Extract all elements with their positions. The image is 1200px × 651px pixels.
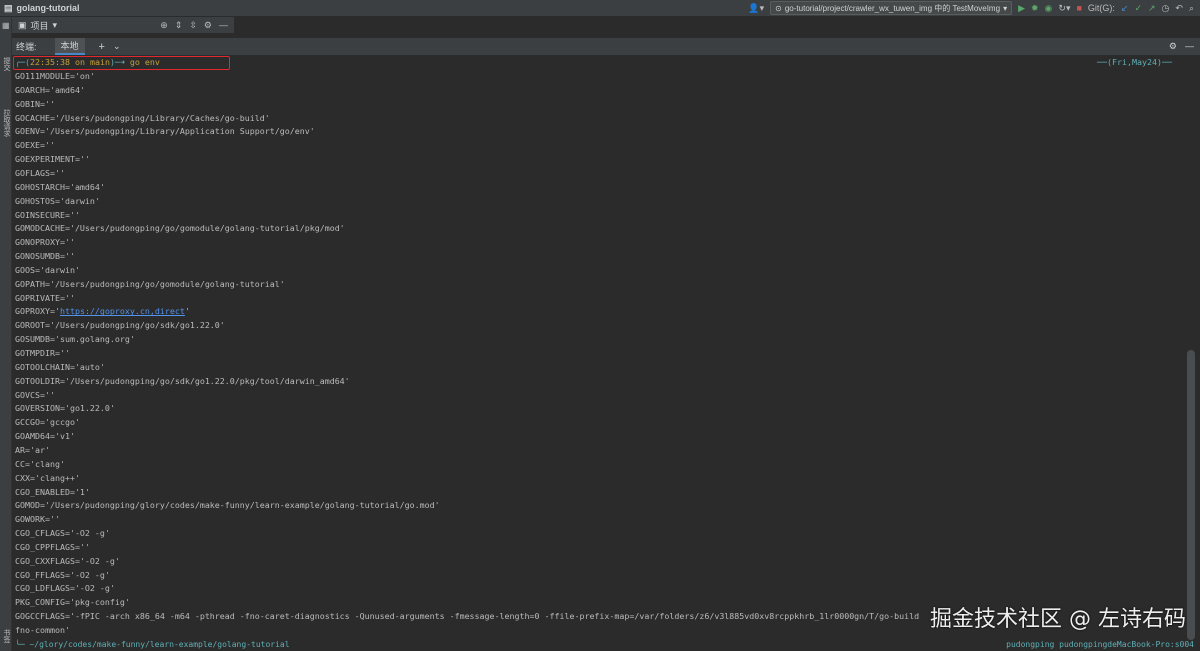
env-line: GOENV='/Users/pudongping/Library/Applica… xyxy=(15,126,315,137)
run-icon[interactable]: ▶ xyxy=(1018,2,1025,14)
profile-icon[interactable]: ↻▾ xyxy=(1058,2,1070,14)
goproxy-link[interactable]: https://goproxy.cn,direct xyxy=(60,306,185,316)
history-icon[interactable]: ◷ xyxy=(1162,2,1170,14)
env-line: GONOSUMDB='' xyxy=(15,251,75,262)
expand-all-icon[interactable]: ⇕ xyxy=(175,20,183,31)
stop-icon[interactable]: ■ xyxy=(1076,2,1081,14)
env-line: PKG_CONFIG='pkg-config' xyxy=(15,597,130,608)
debug-icon[interactable]: ✹ xyxy=(1031,2,1039,14)
terminal-status-line: ╰─ ~/glory/codes/make-funny/learn-exampl… xyxy=(12,640,1200,651)
pull-requests-tool-label[interactable]: 拉取请求 xyxy=(1,109,11,137)
git-update-icon[interactable]: ↙ xyxy=(1121,2,1129,14)
env-line: GOBIN='' xyxy=(15,98,55,109)
env-line: CGO_CFLAGS='-O2 -g' xyxy=(15,528,110,539)
env-line: GOPRIVATE='' xyxy=(15,292,75,303)
project-tool-icon[interactable]: ▦ xyxy=(2,21,10,30)
bookmarks-tool-label[interactable]: 书签 xyxy=(1,629,11,643)
env-line: GOTOOLCHAIN='auto' xyxy=(15,361,105,372)
env-line: CGO_ENABLED='1' xyxy=(15,486,90,497)
env-line: GOSUMDB='sum.golang.org' xyxy=(15,334,135,345)
env-line: GOINSECURE='' xyxy=(15,209,80,220)
env-line: GOHOSTOS='darwin' xyxy=(15,195,100,206)
env-line: CC='clang' xyxy=(15,458,65,469)
title-bar: ▤ golang-tutorial 👤▾ ⊙ go-tutorial/proje… xyxy=(0,0,1200,17)
new-tab-button[interactable]: + xyxy=(99,41,105,53)
user-icon[interactable]: 👤▾ xyxy=(748,2,764,14)
chevron-down-icon: ▾ xyxy=(52,19,58,30)
title-bar-actions: 👤▾ ⊙ go-tutorial/project/crawler_wx_tuwe… xyxy=(748,1,1200,15)
env-line: GOCACHE='/Users/pudongping/Library/Cache… xyxy=(15,112,270,123)
run-config-select[interactable]: ⊙ go-tutorial/project/crawler_wx_tuwen_i… xyxy=(770,1,1013,15)
env-line: GOTMPDIR='' xyxy=(15,348,70,358)
project-view-select[interactable]: ▣ 项目 ▾ xyxy=(18,19,57,32)
prompt-date: ──(Fri,May24)── xyxy=(1097,57,1172,67)
git-push-icon[interactable]: ↗ xyxy=(1148,2,1156,14)
env-line: CGO_CXXFLAGS='-O2 -g' xyxy=(15,555,120,566)
env-line: GOAMD64='v1' xyxy=(15,431,75,442)
minimize-icon[interactable]: — xyxy=(1185,41,1194,52)
env-line: GOMODCACHE='/Users/pudongping/go/gomodul… xyxy=(15,223,345,234)
env-line: AR='ar' xyxy=(15,444,50,455)
env-line: GOOS='darwin' xyxy=(15,264,80,275)
env-line: fno-common' xyxy=(15,625,70,635)
rollback-icon[interactable]: ↶ xyxy=(1175,2,1183,14)
git-commit-icon[interactable]: ✓ xyxy=(1134,2,1142,14)
env-line: GOVERSION='go1.22.0' xyxy=(15,403,115,414)
env-line: GOWORK='' xyxy=(15,514,60,525)
status-path-line: ╰─ ~/glory/codes/make-funny/learn-exampl… xyxy=(15,640,290,649)
watermark: 掘金技术社区 @ 左诗右码 xyxy=(930,607,1186,632)
project-tools: ⊕ ⇕ ⇳ ⚙ — xyxy=(160,20,234,31)
tabs-dropdown-button[interactable]: ⌄ xyxy=(113,41,121,52)
env-line: CGO_LDFLAGS='-O2 -g' xyxy=(15,583,115,594)
minimize-icon[interactable]: — xyxy=(219,20,228,31)
env-line: GOMOD='/Users/pudongping/glory/codes/mak… xyxy=(15,500,440,511)
left-tool-strip: ▦ 提交 拉取请求 书签 xyxy=(0,17,12,651)
coverage-icon[interactable]: ◉ xyxy=(1045,2,1053,14)
env-line: GCCGO='gccgo' xyxy=(15,417,80,428)
env-line: GOROOT='/Users/pudongping/go/sdk/go1.22.… xyxy=(15,320,225,331)
env-line: GOFLAGS='' xyxy=(15,167,65,178)
env-line: GOTOOLDIR='/Users/pudongping/go/sdk/go1.… xyxy=(15,375,350,386)
env-line: GOHOSTARCH='amd64' xyxy=(15,181,105,192)
app-title: ▤ golang-tutorial xyxy=(4,2,80,14)
terminal-label: 终端: xyxy=(16,42,37,52)
status-host: pudongping pudongpingdeMacBook-Pro:s004 xyxy=(1006,640,1194,649)
env-line: CXX='clang++' xyxy=(15,472,80,483)
env-line: GOARCH='amd64' xyxy=(15,84,85,95)
env-line: GONOPROXY='' xyxy=(15,237,75,248)
git-label: Git(G): xyxy=(1087,3,1115,13)
project-icon: ▣ xyxy=(18,19,27,30)
gear-icon[interactable]: ⚙ xyxy=(204,20,212,31)
env-line: GOPATH='/Users/pudongping/go/gomodule/go… xyxy=(15,278,285,289)
env-line-text: GOPROXY=' xyxy=(15,306,60,317)
terminal-actions: ⚙ — xyxy=(1169,41,1194,52)
tab-local[interactable]: 本地 xyxy=(54,38,85,55)
go-test-icon: ⊙ xyxy=(775,3,782,13)
collapse-all-icon[interactable]: ⇳ xyxy=(189,20,197,31)
chevron-down-icon: ▾ xyxy=(1003,3,1008,13)
terminal-header: 终端: 本地 + ⌄ ⚙ — xyxy=(12,38,1200,56)
env-line: GOPROXY='https://goproxy.cn,direct' xyxy=(15,305,190,317)
search-icon[interactable]: ⌕ xyxy=(1189,2,1194,14)
terminal-scrollbar[interactable] xyxy=(1187,350,1195,640)
gear-icon[interactable]: ⚙ xyxy=(1169,41,1177,52)
project-toolbar: ▣ 项目 ▾ ⊕ ⇕ ⇳ ⚙ — xyxy=(12,17,234,33)
env-line: GOVCS='' xyxy=(15,389,55,400)
commit-tool-label[interactable]: 提交 xyxy=(1,57,11,71)
locate-icon[interactable]: ⊕ xyxy=(160,20,168,31)
env-line-text: ' xyxy=(184,306,190,317)
env-line: GOEXPERIMENT='' xyxy=(15,154,90,165)
env-line: CGO_CPPFLAGS='' xyxy=(15,541,90,552)
env-line: GO111MODULE='on' xyxy=(15,71,95,81)
env-line: CGO_FFLAGS='-O2 -g' xyxy=(15,569,110,580)
env-line: GOEXE='' xyxy=(15,140,55,151)
terminal-output[interactable]: ╭─(22:35:38 on main)─➜ go env ──(Fri,May… xyxy=(12,56,1184,641)
folder-icon: ▤ xyxy=(4,2,13,13)
command-highlight-box xyxy=(13,56,230,70)
env-line: GOGCCFLAGS='-fPIC -arch x86_64 -m64 -pth… xyxy=(15,611,920,622)
